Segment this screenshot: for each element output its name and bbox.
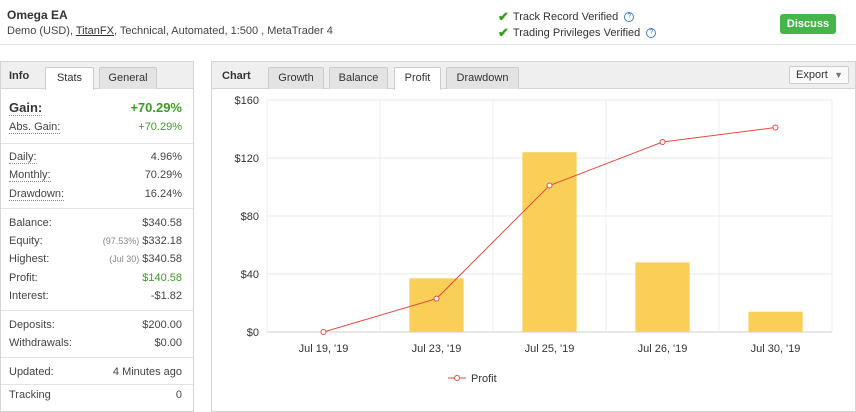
stat-value: $340.58 [142,217,182,229]
stat-value: $140.58 [142,272,182,284]
stat-value: 4.96% [150,151,182,163]
stat-value: -$1.82 [150,290,182,302]
y-tick-label: $160 [235,95,259,107]
divider [1,208,193,209]
divider [1,384,193,385]
info-tabs: Info Stats General [1,62,193,90]
tab-growth[interactable]: Growth [268,67,324,89]
export-label: Export [796,69,828,81]
tab-profit[interactable]: Profit [394,67,441,90]
legend-marker [454,375,460,381]
stat-note: (Jul 30) [109,254,140,264]
gain-value: +70.29% [130,100,182,115]
divider [1,143,193,144]
account-type: Demo (USD), [7,25,76,37]
stat-label: Updated: [9,366,54,378]
x-tick-label: Jul 25, '19 [525,343,575,355]
stat-label: Balance: [9,217,52,229]
profit-point [433,295,440,302]
stat-label: Highest: [9,253,50,265]
help-icon[interactable]: ? [624,12,635,22]
stat-amount: $332.18 [142,235,182,247]
discuss-button[interactable]: Discuss [780,14,836,34]
tab-general[interactable]: General [99,67,157,89]
profit-point [659,139,666,146]
tab-stats[interactable]: Stats [45,67,94,90]
account-subtitle: Demo (USD), TitanFX, Technical, Automate… [7,25,333,37]
stat-label: Tracking [9,389,51,401]
gain-label: Gain: [9,100,43,116]
chart-tabs: Chart Growth Balance Profit Drawdown Exp… [212,62,855,90]
profit-bar [522,152,577,332]
stat-value: 0 [175,389,182,401]
stat-value: 4 Minutes ago [112,366,182,378]
profit-bar [748,311,803,332]
divider [1,357,193,358]
broker-link[interactable]: TitanFX [76,25,114,37]
x-tick-label: Jul 26, '19 [638,343,688,355]
stat-label: Abs. Gain: [9,121,61,134]
y-tick-label: $80 [241,211,259,223]
stat-value: +70.29% [138,121,182,133]
stat-value: 70.29% [144,169,182,181]
stat-label: Drawdown: [9,188,65,201]
check-icon: ✔ [498,25,509,40]
profit-bar [409,278,464,332]
profit-bar [635,262,690,332]
profit-chart: $0 $40 $80 $120 $160 Jul 19, '19 Jul 23, '19 Ju… [235,95,833,385]
stat-label: Withdrawals: [9,337,72,349]
stat-label: Deposits: [9,319,55,331]
y-tick-label: $0 [247,327,259,339]
profit-point [772,124,779,131]
help-icon[interactable]: ? [646,28,657,38]
stat-note: (97.53%) [102,236,140,246]
trading-privileges-verified: ✔ Trading Privileges Verified ? [498,25,657,41]
export-button[interactable]: Export ▼ [789,66,849,84]
stat-label: Profit: [9,272,38,284]
track-record-label: Track Record Verified [512,11,619,23]
tab-balance[interactable]: Balance [329,67,388,89]
stat-label: Equity: [9,235,43,247]
check-icon: ✔ [498,9,509,24]
account-header: Omega EA Demo (USD), TitanFX, Technical,… [0,0,856,45]
stat-label: Interest: [9,290,49,302]
chevron-down-icon: ▼ [834,70,843,80]
gain-row: Gain: +70.29% [9,100,182,116]
legend-label: Profit [471,373,497,385]
stat-amount: $340.58 [142,253,182,265]
x-tick-label: Jul 19, '19 [299,343,349,355]
track-record-verified: ✔ Track Record Verified ? [498,9,635,25]
x-tick-label: Jul 30, '19 [751,343,801,355]
account-title: Omega EA [7,8,68,22]
stat-value: 16.24% [144,188,182,200]
x-tick-label: Jul 23, '19 [412,343,462,355]
info-panel: Info Stats General Gain: +70.29% Abs. Ga… [0,61,194,412]
profit-point [320,329,327,335]
stat-label: Daily: [9,151,37,164]
info-title: Info [9,70,30,82]
account-details: , Technical, Automated, 1:500 , MetaTrad… [113,25,333,37]
tab-drawdown[interactable]: Drawdown [446,67,519,89]
stat-label: Monthly: [9,169,51,182]
trading-privileges-label: Trading Privileges Verified [512,27,641,39]
profit-point [546,182,553,189]
stat-value: (Jul 30) $340.58 [109,253,182,265]
y-tick-label: $120 [235,153,259,165]
divider [1,310,193,311]
stat-value: $0.00 [154,337,182,349]
chart-panel: Chart Growth Balance Profit Drawdown Exp… [211,61,856,412]
chart-title: Chart [222,70,251,82]
stat-value: $200.00 [142,319,182,331]
stat-value: (97.53%) $332.18 [103,235,182,247]
y-tick-label: $40 [241,269,259,281]
